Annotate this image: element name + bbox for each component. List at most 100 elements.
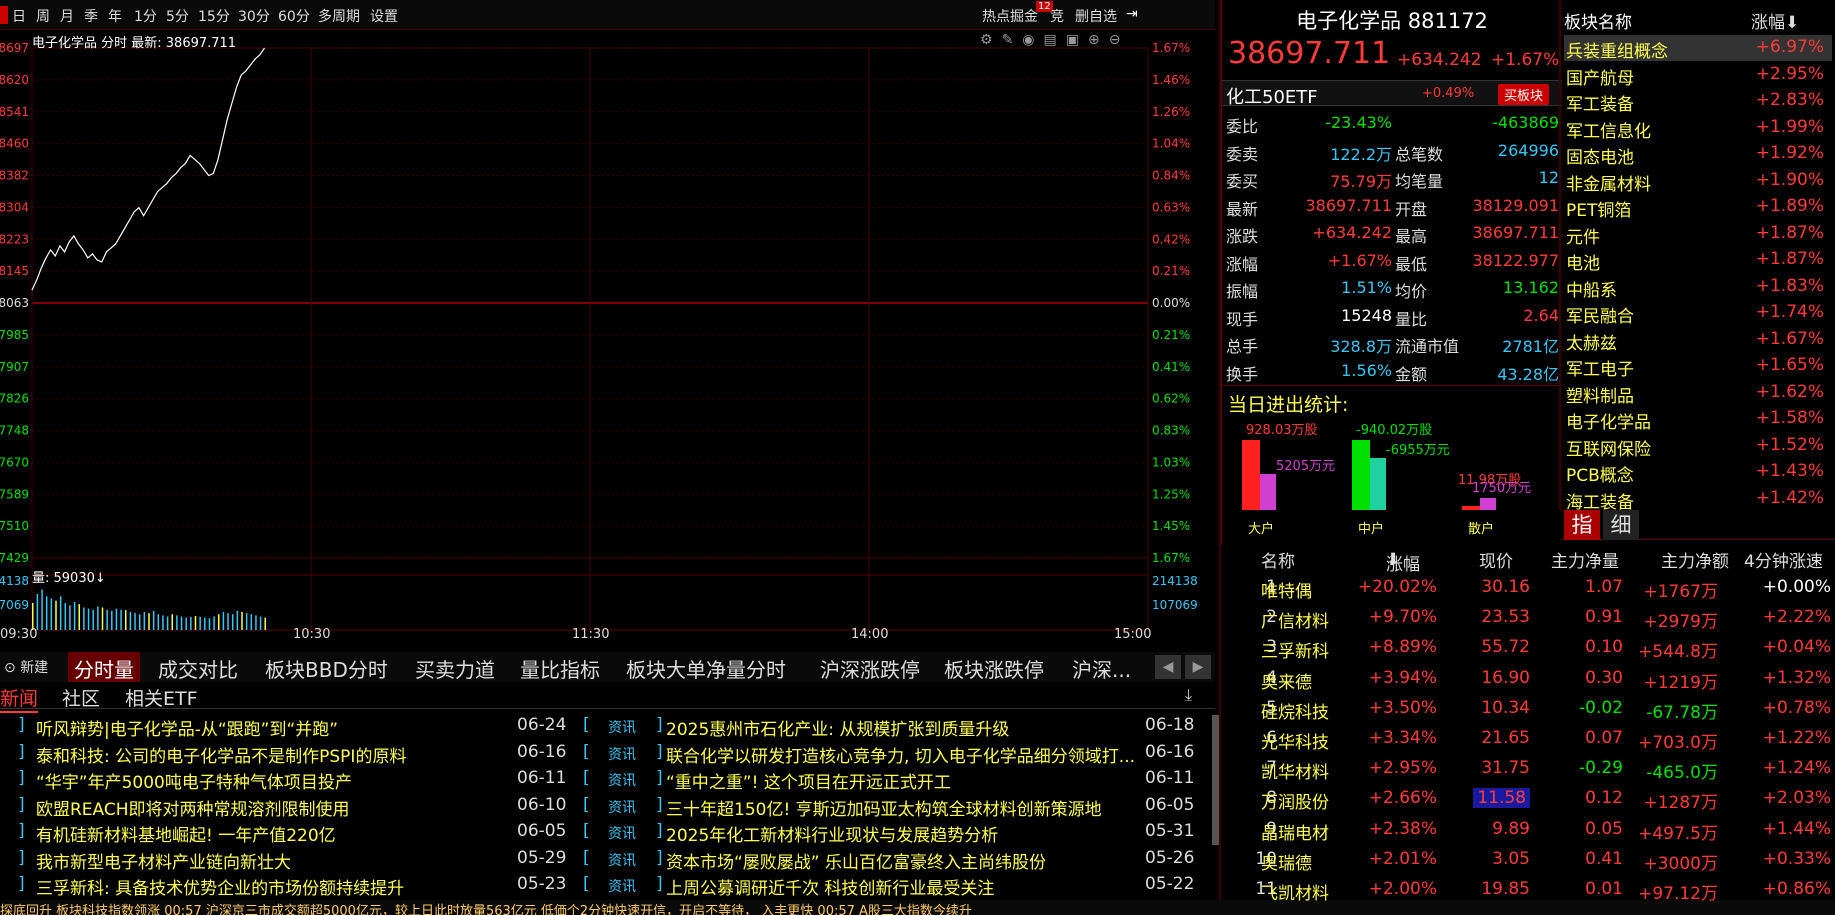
table-row[interactable]: 3 三孚新科 +8.89% 55.72 0.10 +544.8万 +0.04% bbox=[1221, 634, 1835, 664]
sector-item[interactable]: 中船系 +1.83% bbox=[1564, 274, 1832, 301]
tab-fenshi-volume[interactable]: 分时量 bbox=[68, 652, 140, 682]
sector-item[interactable]: 电池 +1.87% bbox=[1564, 247, 1832, 274]
sector-item[interactable]: 国产航母 +2.95% bbox=[1564, 62, 1832, 89]
table-row[interactable]: 4 奥来德 +3.94% 16.90 0.30 +1219万 +1.32% bbox=[1221, 665, 1835, 695]
period-week[interactable]: 周 bbox=[36, 6, 50, 26]
delete-favorite-button[interactable]: 删自选 bbox=[1075, 6, 1117, 26]
intraday-chart[interactable]: 38697 1.67% 38620 1.46% 38541 1.26% 38460 1.04%… bbox=[0, 30, 1215, 640]
period-30min[interactable]: 30分 bbox=[238, 6, 270, 26]
sector-item[interactable]: 塑料制品 +1.62% bbox=[1564, 380, 1832, 407]
sector-item[interactable]: 军工电子 +1.65% bbox=[1564, 353, 1832, 380]
hot-topic-button[interactable]: 热点掘金 bbox=[982, 6, 1038, 26]
news-item[interactable]: [资讯] “重中之重”! 这个项目在开远正式开工 06-11 bbox=[580, 768, 1200, 794]
news-item[interactable]: [资讯] 上周公募调研近千次 科技创新行业最受关注 05-22 bbox=[580, 874, 1200, 900]
news-item[interactable]: ] 有机硅新材料基地崛起! 一年产值220亿 06-05 bbox=[0, 821, 600, 847]
sector-item[interactable]: 固态电池 +1.92% bbox=[1564, 141, 1832, 168]
tab-buy-sell-force[interactable]: 买卖力道 bbox=[415, 654, 495, 683]
period-day[interactable]: 日 bbox=[12, 6, 26, 26]
zoom-out-icon[interactable]: ⊖ bbox=[1109, 32, 1130, 48]
sector-item[interactable]: 太赫兹 +1.67% bbox=[1564, 327, 1832, 354]
tab-sector-limit[interactable]: 板块涨跌停 bbox=[944, 654, 1044, 683]
table-row[interactable]: 5 硅烷科技 +3.50% 10.34 -0.02 -67.78万 +0.78% bbox=[1221, 695, 1835, 725]
col-main-vol[interactable]: 主力净量 bbox=[1551, 547, 1619, 572]
table-row[interactable]: 2 广信材料 +9.70% 23.53 0.91 +2979万 +2.22% bbox=[1221, 604, 1835, 634]
download-icon[interactable]: ⤓ bbox=[1185, 685, 1192, 705]
buy-sector-button[interactable]: 买板块 bbox=[1498, 84, 1550, 105]
news-item[interactable]: [资讯] 三十年超150亿! 亨斯迈加码亚太构筑全球材料创新策源地 06-05 bbox=[580, 795, 1200, 821]
tab-news[interactable]: 新闻 bbox=[0, 684, 39, 713]
tab-volume-ratio[interactable]: 量比指标 bbox=[520, 654, 600, 683]
table-row[interactable]: 8 万润股份 +2.66% 11.58 0.12 +1287万 +2.03% bbox=[1221, 785, 1835, 815]
sector-item[interactable]: 军工信息化 +1.99% bbox=[1564, 115, 1832, 142]
col-speed[interactable]: 4分钟涨速 bbox=[1744, 547, 1823, 572]
news-item[interactable]: ] 听风辩势|电子化学品-从“跟跑”到“并跑” 06-24 bbox=[0, 715, 600, 741]
quote-value: 1.51% bbox=[1341, 278, 1392, 297]
tab-sector-bbd[interactable]: 板块BBD分时 bbox=[265, 654, 388, 683]
sector-item[interactable]: 军民融合 +1.74% bbox=[1564, 300, 1832, 327]
settings-button[interactable]: 设置 bbox=[370, 6, 398, 26]
trash-icon[interactable]: ▤ bbox=[1044, 32, 1066, 48]
lock-icon[interactable]: ▣ bbox=[1066, 32, 1088, 48]
table-row[interactable]: 10 奥瑞德 +2.01% 3.05 0.41 +3000万 +0.33% bbox=[1221, 846, 1835, 876]
table-row[interactable]: 6 光华科技 +3.34% 21.65 0.07 +703.0万 +1.22% bbox=[1221, 725, 1835, 755]
tab-related-etf[interactable]: 相关ETF bbox=[125, 684, 198, 711]
quote-value: 38129.091 bbox=[1472, 195, 1559, 215]
sector-item[interactable]: 元件 +1.87% bbox=[1564, 221, 1832, 248]
collapse-panel-icon[interactable]: ⇥ bbox=[1126, 6, 1138, 22]
news-item[interactable]: ] 我市新型电子材料产业链向新壮大 05-29 bbox=[0, 848, 600, 874]
period-quarter[interactable]: 季 bbox=[84, 6, 98, 26]
news-item[interactable]: ] “华宇”年产5000吨电子特种气体项目投产 06-11 bbox=[0, 768, 600, 794]
table-row[interactable]: 7 凯华材料 +2.95% 31.75 -0.29 -465.0万 +1.24% bbox=[1221, 755, 1835, 785]
index-pct: +1.67% bbox=[1491, 50, 1560, 70]
table-row[interactable]: 11 飞凯材料 +2.00% 19.85 0.01 +97.12万 +0.86% bbox=[1221, 876, 1835, 906]
period-60min[interactable]: 60分 bbox=[278, 6, 310, 26]
period-month[interactable]: 月 bbox=[60, 6, 74, 26]
auction-button[interactable]: 竞 bbox=[1050, 6, 1064, 26]
col-main-amt[interactable]: 主力净额 bbox=[1661, 547, 1729, 572]
news-item[interactable]: ] 欧盟REACH即将对两种常规溶剂限制使用 06-10 bbox=[0, 795, 600, 821]
eye-icon[interactable]: ◉ bbox=[1022, 32, 1043, 48]
draw-icon[interactable]: ✎ bbox=[1002, 32, 1023, 48]
tab-detail[interactable]: 细 bbox=[1603, 510, 1639, 540]
tab-more[interactable]: 沪深... bbox=[1072, 654, 1131, 683]
settings-icon[interactable]: ⚙ bbox=[980, 32, 1002, 48]
col-price[interactable]: 现价 bbox=[1479, 547, 1513, 572]
sector-item[interactable]: 兵装重组概念 +6.97% bbox=[1564, 35, 1832, 62]
sector-item[interactable]: PET铜箔 +1.89% bbox=[1564, 194, 1832, 221]
news-item[interactable]: [资讯] 资本市场“屡败屡战” 乐山百亿富豪终入主尚纬股份 05-26 bbox=[580, 848, 1200, 874]
quote-row: 委比 -23.43% -463869 bbox=[1222, 113, 1562, 139]
sector-item[interactable]: 非金属材料 +1.90% bbox=[1564, 168, 1832, 195]
tab-community[interactable]: 社区 bbox=[62, 684, 100, 711]
col-name[interactable]: 名称 bbox=[1261, 547, 1295, 572]
sector-header-pct[interactable]: 涨幅⬇ bbox=[1751, 8, 1799, 33]
table-row[interactable]: 9 晶瑞电材 +2.38% 9.89 0.05 +497.5万 +1.44% bbox=[1221, 816, 1835, 846]
tab-sector-bigorder[interactable]: 板块大单净量分时 bbox=[626, 654, 786, 683]
table-row[interactable]: 1 唯特偶 +20.02% 30.16 1.07 +1767万 +0.00% bbox=[1221, 574, 1835, 604]
sector-item[interactable]: 海工装备 +1.42% bbox=[1564, 486, 1832, 513]
news-item[interactable]: [资讯] 2025惠州市石化产业: 从规模扩张到质量升级 06-18 bbox=[580, 715, 1200, 741]
period-5min[interactable]: 5分 bbox=[166, 6, 189, 26]
etf-row[interactable]: 化工50ETF +0.49% 买板块 bbox=[1222, 80, 1562, 108]
news-item[interactable]: ] 三孚新科: 具备技术优势企业的市场份额持续提升 05-23 bbox=[0, 874, 600, 900]
sector-item[interactable]: 电子化学品 +1.58% bbox=[1564, 406, 1832, 433]
news-item[interactable]: [资讯] 联合化学以研发打造核心竞争力, 切入电子化学品细分领域打... 06-16 bbox=[580, 742, 1200, 768]
news-item[interactable]: [资讯] 2025年化工新材料行业现状与发展趋势分析 05-31 bbox=[580, 821, 1200, 847]
tab-limit-updown[interactable]: 沪深涨跌停 bbox=[820, 654, 920, 683]
period-1min[interactable]: 1分 bbox=[134, 6, 157, 26]
news-item[interactable]: ] 泰和科技: 公司的电子化学品不是制作PSPI的原料 06-16 bbox=[0, 742, 600, 768]
tab-prev-icon[interactable]: ◀ bbox=[1155, 655, 1181, 679]
tab-next-icon[interactable]: ▶ bbox=[1185, 655, 1211, 679]
main-net-amt: +497.5万 bbox=[1638, 823, 1718, 844]
multi-period-button[interactable]: 多周期 bbox=[318, 6, 360, 26]
zoom-in-icon[interactable]: ⊕ bbox=[1088, 32, 1109, 48]
period-year[interactable]: 年 bbox=[108, 6, 122, 26]
quote-value: 38697.711 bbox=[1472, 223, 1559, 242]
tab-volume-compare[interactable]: 成交对比 bbox=[158, 654, 238, 683]
sector-item[interactable]: 军工装备 +2.83% bbox=[1564, 88, 1832, 115]
sector-item[interactable]: 互联网保险 +1.52% bbox=[1564, 433, 1832, 460]
period-15min[interactable]: 15分 bbox=[198, 6, 230, 26]
sector-item[interactable]: PCB概念 +1.43% bbox=[1564, 459, 1832, 486]
tab-index[interactable]: 指 bbox=[1564, 510, 1600, 540]
quote-row: 委卖 122.2万 总笔数 264996 bbox=[1222, 141, 1562, 167]
new-tab-button[interactable]: ⊙ 新建 bbox=[4, 657, 48, 677]
